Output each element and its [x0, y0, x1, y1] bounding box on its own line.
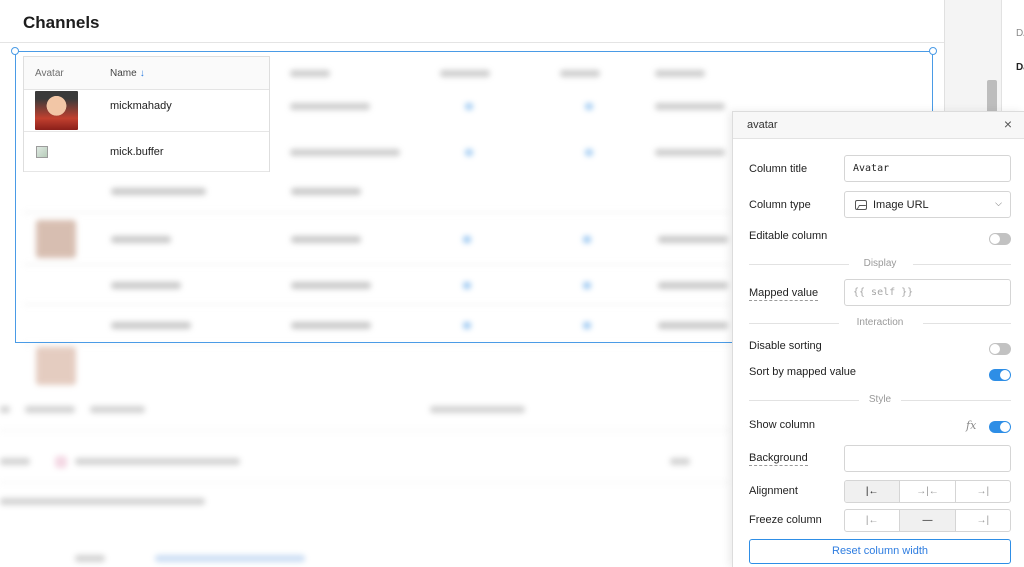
sort-by-mapped-toggle[interactable]	[989, 369, 1011, 381]
column-type-select[interactable]: Image URL ⌵	[844, 191, 1011, 218]
panel-title: avatar	[747, 119, 778, 131]
cell-name: mick.buffer	[110, 146, 164, 158]
inspector-edge	[1001, 0, 1024, 115]
section-label: Style	[868, 394, 892, 405]
section-display: Display	[749, 258, 1011, 270]
section-label: Display	[863, 258, 897, 269]
fx-icon[interactable]: fx	[966, 419, 976, 432]
close-icon[interactable]: ×	[1001, 117, 1015, 131]
editable-column-toggle[interactable]	[989, 233, 1011, 245]
align-center-icon[interactable]: →|←	[900, 481, 956, 502]
section-interaction: Interaction	[749, 317, 1011, 329]
column-settings-panel: avatar × Column title Avatar Column type…	[732, 111, 1024, 567]
broken-image-icon	[36, 146, 48, 158]
editable-column-label: Editable column	[749, 230, 828, 242]
sort-descending-icon: ↓	[139, 68, 145, 79]
table-header: Avatar Name ↓	[24, 57, 269, 90]
background-input[interactable]	[844, 445, 1011, 472]
mapped-value-input[interactable]: {{ self }}	[844, 279, 1011, 306]
resize-handle[interactable]	[929, 47, 937, 55]
inspector-strip: DA Da	[944, 0, 1024, 115]
panel-header: avatar ×	[733, 112, 1024, 139]
channels-table[interactable]: Avatar Name ↓ mickmahady mick.buffer	[23, 56, 270, 172]
reset-column-width-button[interactable]: Reset column width	[749, 539, 1011, 564]
align-left-icon[interactable]: |←	[845, 481, 901, 502]
inspector-label: Da	[1016, 62, 1024, 73]
column-type-value: Image URL	[873, 199, 929, 211]
section-style: Style	[749, 394, 1011, 406]
column-title-input[interactable]: Avatar	[844, 155, 1011, 182]
app-canvas: Channels DA Da	[0, 0, 1024, 567]
image-icon	[855, 200, 867, 210]
background-label: Background	[749, 452, 808, 466]
scrollbar-thumb[interactable]	[987, 80, 997, 115]
column-title-label: Column title	[749, 163, 808, 175]
alignment-label: Alignment	[749, 485, 798, 497]
freeze-column-segmented-control[interactable]: |← — →|	[844, 509, 1011, 532]
align-right-icon[interactable]: →|	[956, 481, 1010, 502]
freeze-left-icon[interactable]: |←	[845, 510, 901, 531]
freeze-column-label: Freeze column	[749, 514, 822, 526]
freeze-right-icon[interactable]: →|	[956, 510, 1010, 531]
table-row[interactable]: mick.buffer	[24, 132, 269, 172]
alignment-segmented-control[interactable]: |← →|← →|	[844, 480, 1011, 503]
column-title-value: Avatar	[853, 163, 890, 174]
mapped-value-label: Mapped value	[749, 287, 819, 301]
sort-by-mapped-label: Sort by mapped value	[749, 366, 857, 378]
mapped-value-placeholder: {{ self }}	[853, 287, 914, 298]
page-title: Channels	[23, 13, 100, 32]
column-header-name[interactable]: Name ↓	[110, 68, 145, 79]
blurred-query-editor	[0, 392, 731, 567]
cell-name: mickmahady	[110, 100, 172, 112]
disable-sorting-label: Disable sorting	[749, 340, 822, 352]
show-column-toggle[interactable]	[989, 421, 1011, 433]
page-header: Channels	[0, 0, 944, 43]
avatar-image	[35, 91, 78, 130]
column-header-avatar[interactable]: Avatar	[35, 68, 64, 79]
show-column-label: Show column	[749, 419, 816, 431]
resize-handle[interactable]	[11, 47, 19, 55]
column-type-label: Column type	[749, 199, 811, 211]
section-label: Interaction	[856, 317, 904, 328]
chevron-down-icon: ⌵	[995, 198, 1002, 208]
column-header-label: Name	[110, 68, 137, 79]
inspector-label: DA	[1016, 28, 1024, 39]
disable-sorting-toggle[interactable]	[989, 343, 1011, 355]
table-row[interactable]: mickmahady	[24, 90, 269, 132]
freeze-none-icon[interactable]: —	[900, 510, 956, 531]
